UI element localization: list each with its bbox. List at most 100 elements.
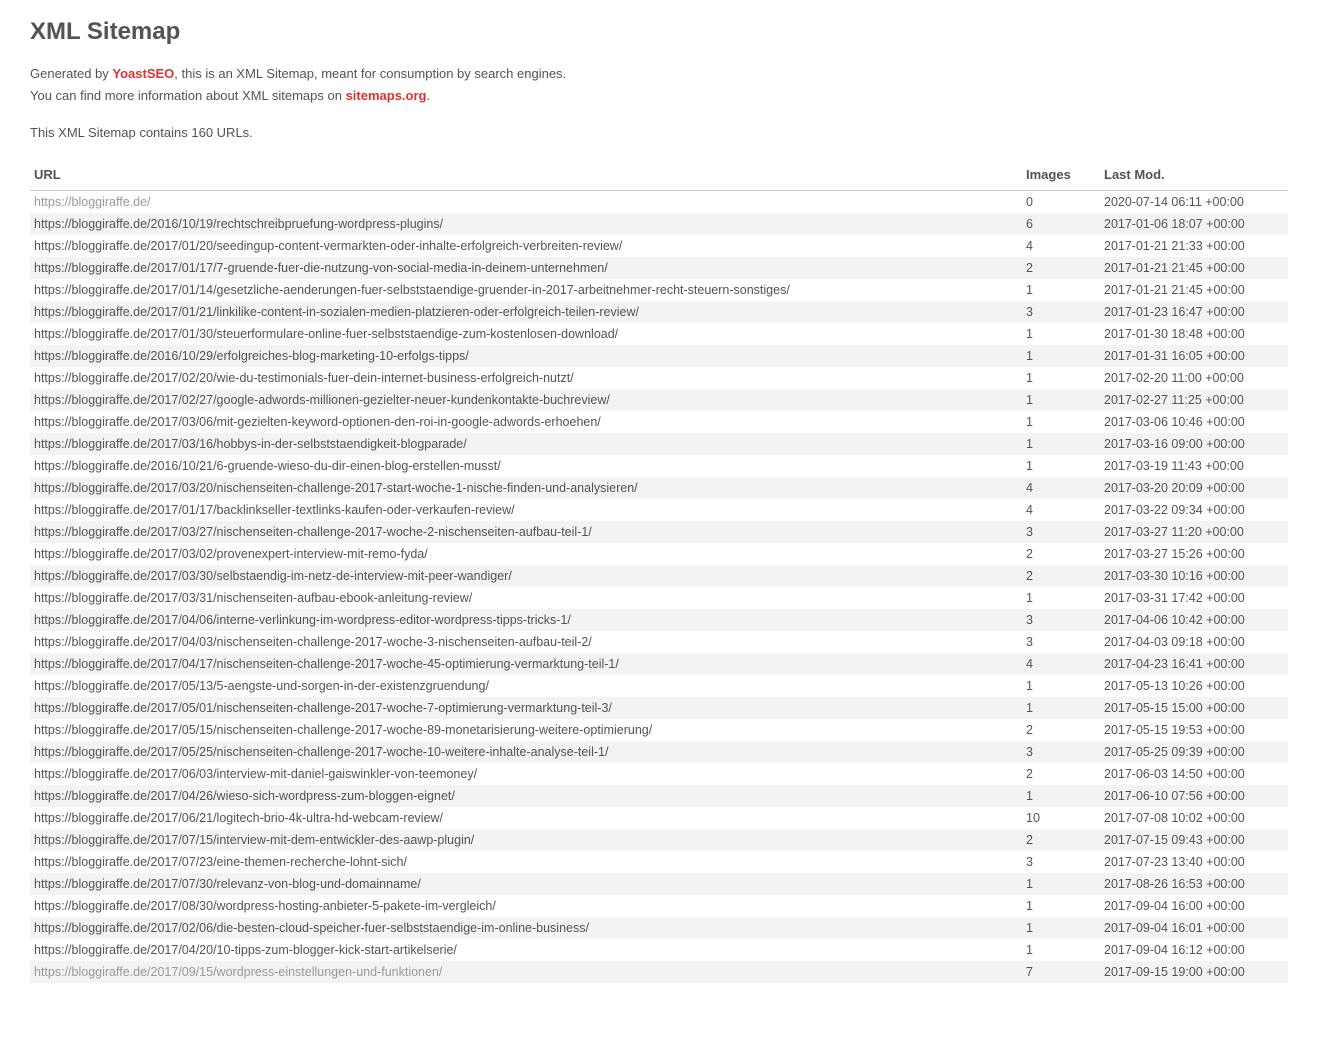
url-link[interactable]: https://bloggiraffe.de/2017/06/03/interv… <box>34 767 477 781</box>
url-link[interactable]: https://bloggiraffe.de/2017/01/17/7-grue… <box>34 261 608 275</box>
lastmod-cell: 2017-07-15 09:43 +00:00 <box>1100 829 1288 851</box>
url-link[interactable]: https://bloggiraffe.de/2017/04/17/nische… <box>34 657 619 671</box>
url-link[interactable]: https://bloggiraffe.de/2017/03/20/nische… <box>34 481 638 495</box>
url-link[interactable]: https://bloggiraffe.de/2016/10/21/6-grue… <box>34 459 501 473</box>
table-row: https://bloggiraffe.de/2016/10/19/rechts… <box>30 213 1288 235</box>
images-cell: 2 <box>1022 763 1100 785</box>
lastmod-cell: 2020-07-14 06:11 +00:00 <box>1100 190 1288 213</box>
url-link[interactable]: https://bloggiraffe.de/2017/04/06/intern… <box>34 613 571 627</box>
lastmod-cell: 2017-02-27 11:25 +00:00 <box>1100 389 1288 411</box>
url-link[interactable]: https://bloggiraffe.de/2017/02/27/google… <box>34 393 610 407</box>
images-cell: 1 <box>1022 785 1100 807</box>
url-link[interactable]: https://bloggiraffe.de/2016/10/19/rechts… <box>34 217 443 231</box>
lastmod-cell: 2017-03-31 17:42 +00:00 <box>1100 587 1288 609</box>
url-link[interactable]: https://bloggiraffe.de/2017/03/27/nische… <box>34 525 592 539</box>
images-cell: 1 <box>1022 675 1100 697</box>
url-link[interactable]: https://bloggiraffe.de/2017/03/30/selbst… <box>34 569 512 583</box>
url-link[interactable]: https://bloggiraffe.de/2017/01/21/linkil… <box>34 305 639 319</box>
url-link[interactable]: https://bloggiraffe.de/2016/10/29/erfolg… <box>34 349 469 363</box>
sitemap-table: URL Images Last Mod. https://bloggiraffe… <box>30 161 1288 983</box>
url-link[interactable]: https://bloggiraffe.de/2017/06/21/logite… <box>34 811 443 825</box>
lastmod-cell: 2017-05-13 10:26 +00:00 <box>1100 675 1288 697</box>
images-cell: 4 <box>1022 499 1100 521</box>
url-link[interactable]: https://bloggiraffe.de/2017/01/17/backli… <box>34 503 515 517</box>
images-cell: 3 <box>1022 609 1100 631</box>
url-link[interactable]: https://bloggiraffe.de/2017/03/02/proven… <box>34 547 428 561</box>
header-url: URL <box>30 161 1022 191</box>
intro-line-2-post: . <box>426 88 430 103</box>
url-link[interactable]: https://bloggiraffe.de/2017/04/03/nische… <box>34 635 592 649</box>
url-link[interactable]: https://bloggiraffe.de/2017/03/31/nische… <box>34 591 472 605</box>
url-count: This XML Sitemap contains 160 URLs. <box>30 123 1288 143</box>
table-row: https://bloggiraffe.de/2017/08/30/wordpr… <box>30 895 1288 917</box>
url-link[interactable]: https://bloggiraffe.de/2017/05/15/nische… <box>34 723 652 737</box>
url-link[interactable]: https://bloggiraffe.de/2017/01/30/steuer… <box>34 327 618 341</box>
url-link[interactable]: https://bloggiraffe.de/2017/07/15/interv… <box>34 833 474 847</box>
sitemaps-org-link[interactable]: sitemaps.org <box>346 88 427 103</box>
url-link[interactable]: https://bloggiraffe.de/2017/08/30/wordpr… <box>34 899 496 913</box>
table-row: https://bloggiraffe.de/2017/05/01/nische… <box>30 697 1288 719</box>
images-cell: 2 <box>1022 565 1100 587</box>
lastmod-cell: 2017-05-25 09:39 +00:00 <box>1100 741 1288 763</box>
url-link[interactable]: https://bloggiraffe.de/2017/01/14/gesetz… <box>34 283 790 297</box>
lastmod-cell: 2017-09-04 16:00 +00:00 <box>1100 895 1288 917</box>
lastmod-cell: 2017-08-26 16:53 +00:00 <box>1100 873 1288 895</box>
intro-block: Generated by YoastSEO, this is an XML Si… <box>30 64 1288 105</box>
images-cell: 1 <box>1022 433 1100 455</box>
table-row: https://bloggiraffe.de/2017/01/30/steuer… <box>30 323 1288 345</box>
images-cell: 10 <box>1022 807 1100 829</box>
lastmod-cell: 2017-02-20 11:00 +00:00 <box>1100 367 1288 389</box>
url-link[interactable]: https://bloggiraffe.de/2017/05/25/nische… <box>34 745 608 759</box>
lastmod-cell: 2017-09-04 16:12 +00:00 <box>1100 939 1288 961</box>
images-cell: 1 <box>1022 389 1100 411</box>
lastmod-cell: 2017-01-30 18:48 +00:00 <box>1100 323 1288 345</box>
images-cell: 1 <box>1022 345 1100 367</box>
lastmod-cell: 2017-05-15 15:00 +00:00 <box>1100 697 1288 719</box>
url-link[interactable]: https://bloggiraffe.de/2017/05/13/5-aeng… <box>34 679 489 693</box>
table-row: https://bloggiraffe.de/2016/10/21/6-grue… <box>30 455 1288 477</box>
url-link[interactable]: https://bloggiraffe.de/2017/03/16/hobbys… <box>34 437 467 451</box>
intro-line-2: You can find more information about XML … <box>30 86 1288 106</box>
lastmod-cell: 2017-06-03 14:50 +00:00 <box>1100 763 1288 785</box>
lastmod-cell: 2017-04-03 09:18 +00:00 <box>1100 631 1288 653</box>
url-link[interactable]: https://bloggiraffe.de/2017/04/20/10-tip… <box>34 943 457 957</box>
images-cell: 1 <box>1022 279 1100 301</box>
yoastseo-link[interactable]: YoastSEO <box>112 66 174 81</box>
images-cell: 1 <box>1022 917 1100 939</box>
page-title: XML Sitemap <box>30 18 1288 46</box>
lastmod-cell: 2017-01-23 16:47 +00:00 <box>1100 301 1288 323</box>
url-link[interactable]: https://bloggiraffe.de/2017/02/06/die-be… <box>34 921 589 935</box>
table-row: https://bloggiraffe.de/2017/06/03/interv… <box>30 763 1288 785</box>
url-link[interactable]: https://bloggiraffe.de/2017/01/20/seedin… <box>34 239 622 253</box>
url-link[interactable]: https://bloggiraffe.de/2017/04/26/wieso-… <box>34 789 455 803</box>
table-row: https://bloggiraffe.de/2017/04/06/intern… <box>30 609 1288 631</box>
url-link[interactable]: https://bloggiraffe.de/2017/03/06/mit-ge… <box>34 415 601 429</box>
url-link[interactable]: https://bloggiraffe.de/2017/05/01/nische… <box>34 701 612 715</box>
lastmod-cell: 2017-09-04 16:01 +00:00 <box>1100 917 1288 939</box>
images-cell: 1 <box>1022 411 1100 433</box>
lastmod-cell: 2017-03-30 10:16 +00:00 <box>1100 565 1288 587</box>
url-link[interactable]: https://bloggiraffe.de/2017/07/23/eine-t… <box>34 855 407 869</box>
url-link[interactable]: https://bloggiraffe.de/2017/09/15/wordpr… <box>34 965 442 979</box>
lastmod-cell: 2017-09-15 19:00 +00:00 <box>1100 961 1288 983</box>
table-row: https://bloggiraffe.de/2017/02/20/wie-du… <box>30 367 1288 389</box>
images-cell: 4 <box>1022 653 1100 675</box>
url-link[interactable]: https://bloggiraffe.de/ <box>34 195 151 209</box>
table-row: https://bloggiraffe.de/2017/01/14/gesetz… <box>30 279 1288 301</box>
lastmod-cell: 2017-01-21 21:45 +00:00 <box>1100 279 1288 301</box>
url-link[interactable]: https://bloggiraffe.de/2017/07/30/releva… <box>34 877 421 891</box>
table-row: https://bloggiraffe.de/2017/01/21/linkil… <box>30 301 1288 323</box>
url-link[interactable]: https://bloggiraffe.de/2017/02/20/wie-du… <box>34 371 574 385</box>
table-row: https://bloggiraffe.de/2017/04/03/nische… <box>30 631 1288 653</box>
table-row: https://bloggiraffe.de/2017/07/23/eine-t… <box>30 851 1288 873</box>
lastmod-cell: 2017-04-06 10:42 +00:00 <box>1100 609 1288 631</box>
images-cell: 2 <box>1022 719 1100 741</box>
lastmod-cell: 2017-04-23 16:41 +00:00 <box>1100 653 1288 675</box>
table-row: https://bloggiraffe.de/2017/04/26/wieso-… <box>30 785 1288 807</box>
lastmod-cell: 2017-06-10 07:56 +00:00 <box>1100 785 1288 807</box>
table-row: https://bloggiraffe.de/2017/01/17/backli… <box>30 499 1288 521</box>
intro-line-1-post: , this is an XML Sitemap, meant for cons… <box>174 66 566 81</box>
images-cell: 4 <box>1022 235 1100 257</box>
lastmod-cell: 2017-07-08 10:02 +00:00 <box>1100 807 1288 829</box>
images-cell: 3 <box>1022 301 1100 323</box>
